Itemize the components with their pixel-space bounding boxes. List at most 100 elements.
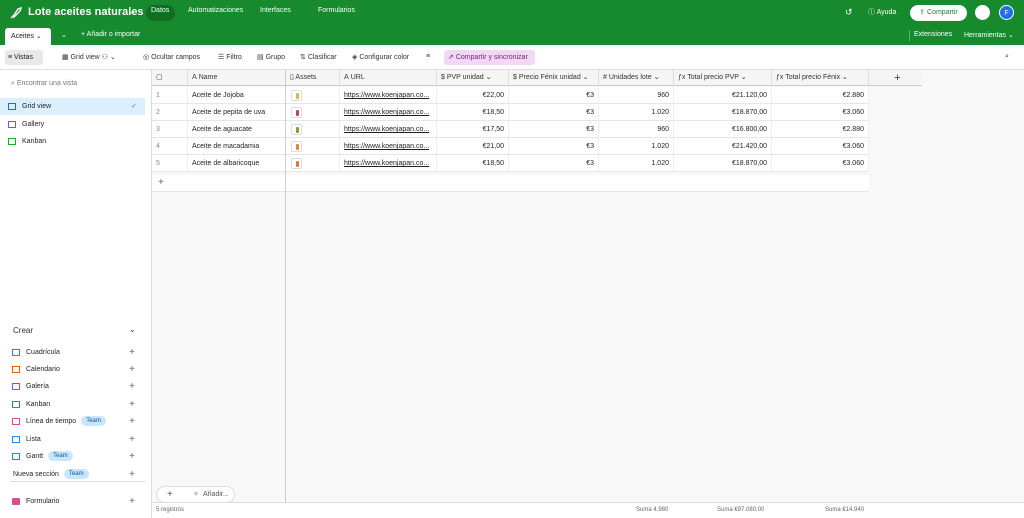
cell-total-pvp[interactable]: €21.120,00 <box>674 87 772 104</box>
create-gantt[interactable]: Gantt Team + <box>0 448 145 465</box>
create-form[interactable]: Formulario + <box>0 493 145 510</box>
grid-view-menu[interactable]: ▦ Grid view ⚇ ⌄ <box>62 53 116 61</box>
avatar[interactable]: F <box>999 5 1014 20</box>
add-row-button[interactable]: + <box>152 175 869 192</box>
add-field-button[interactable]: + <box>869 70 922 86</box>
extensions-button[interactable]: Extensiones <box>914 31 952 38</box>
plus-icon[interactable]: + <box>167 487 173 502</box>
select-all-checkbox[interactable]: ▢ <box>152 70 188 86</box>
cell-pvp[interactable]: €21,00 <box>437 138 509 155</box>
sum-total-fenix[interactable]: Suma €14.940 <box>825 507 864 513</box>
base-title[interactable]: Lote aceites naturales <box>28 6 144 18</box>
cell-total-fenix[interactable]: €3.060 <box>772 138 869 155</box>
asset-thumbnail[interactable] <box>291 158 302 169</box>
plus-icon[interactable]: + <box>129 378 135 395</box>
share-sync-button[interactable]: ⇗ Compartir y sincronizar <box>444 50 535 65</box>
cell-units[interactable]: 960 <box>599 87 674 104</box>
history-icon[interactable]: ↺ <box>845 7 853 18</box>
sort-button[interactable]: ⇅ Clasificar <box>300 53 337 61</box>
cell-assets[interactable] <box>286 155 340 172</box>
create-list[interactable]: Lista + <box>0 431 145 448</box>
chevron-down-icon[interactable]: ⌄ <box>129 325 136 334</box>
cell-pvp[interactable]: €18,50 <box>437 155 509 172</box>
table-row[interactable]: 3 Aceite de aguacate https://www.koenjapan… <box>152 121 869 138</box>
cell-pvp[interactable]: €18,50 <box>437 104 509 121</box>
table-row[interactable]: 5 Aceite de albaricoque https://www.koenja… <box>152 155 869 172</box>
nav-datos[interactable]: Datos <box>151 7 169 14</box>
cell-url[interactable]: https://www.koenjapan.co... <box>340 104 437 121</box>
sidebar-item-grid-view[interactable]: Grid view ✓ <box>0 98 145 115</box>
asset-thumbnail[interactable] <box>291 107 302 118</box>
cell-fenix[interactable]: €3 <box>509 104 599 121</box>
nav-automatizaciones[interactable]: Automatizaciones <box>188 7 243 14</box>
plus-icon[interactable]: + <box>129 413 135 430</box>
column-header-assets[interactable]: ▯ Assets <box>286 70 340 86</box>
sum-units[interactable]: Suma 4.980 <box>636 507 668 513</box>
create-calendar[interactable]: Calendario + <box>0 361 145 378</box>
search-icon[interactable]: ⌕ <box>1005 53 1009 61</box>
cell-total-fenix[interactable]: €3.060 <box>772 104 869 121</box>
cell-assets[interactable] <box>286 138 340 155</box>
cell-total-pvp[interactable]: €18.870,00 <box>674 104 772 121</box>
column-header-url[interactable]: 𝖠 URL <box>340 70 437 86</box>
cell-total-pvp[interactable]: €16.800,00 <box>674 121 772 138</box>
add-menu-pill[interactable]: + ✧ Añadir... <box>156 486 235 503</box>
cell-units[interactable]: 1.020 <box>599 138 674 155</box>
create-kanban[interactable]: Kanban + <box>0 396 145 413</box>
create-timeline[interactable]: Línea de tiempo Team + <box>0 413 145 430</box>
cell-pvp[interactable]: €22,00 <box>437 87 509 104</box>
create-grid[interactable]: Cuadrícula + <box>0 344 145 361</box>
help-button[interactable]: ⓘ Ayuda <box>868 7 896 17</box>
bell-icon[interactable] <box>975 5 990 20</box>
cell-total-fenix[interactable]: €2.880 <box>772 121 869 138</box>
sidebar-item-kanban[interactable]: Kanban <box>0 133 145 150</box>
asset-thumbnail[interactable] <box>291 90 302 101</box>
sum-total-pvp[interactable]: Suma €97.080,00 <box>717 507 764 513</box>
hide-fields-button[interactable]: ◎ Ocultar campos <box>143 53 200 61</box>
cell-total-fenix[interactable]: €3.060 <box>772 155 869 172</box>
cell-fenix[interactable]: €3 <box>509 155 599 172</box>
filter-button[interactable]: ☰ Filtro <box>218 53 242 61</box>
tools-button[interactable]: Herramientas ⌄ <box>964 31 1014 39</box>
cell-fenix[interactable]: €3 <box>509 138 599 155</box>
cell-fenix[interactable]: €3 <box>509 87 599 104</box>
cell-name[interactable]: Aceite de pepita de uva <box>188 104 286 121</box>
cell-assets[interactable] <box>286 104 340 121</box>
cell-fenix[interactable]: €3 <box>509 121 599 138</box>
share-button[interactable]: ⇪ Compartir <box>910 5 967 21</box>
chevron-down-icon[interactable]: ⌄ <box>129 7 136 16</box>
magic-icon[interactable]: ✧ <box>193 487 199 502</box>
table-row[interactable]: 4 Aceite de macadamia https://www.koenjapa… <box>152 138 869 155</box>
cell-total-pvp[interactable]: €18.870,00 <box>674 155 772 172</box>
plus-icon[interactable]: + <box>129 396 135 413</box>
cell-name[interactable]: Aceite de albaricoque <box>188 155 286 172</box>
cell-assets[interactable] <box>286 121 340 138</box>
create-gallery[interactable]: Galería + <box>0 378 145 395</box>
tabs-more-chevron-icon[interactable]: ⌄ <box>61 31 67 39</box>
cell-url[interactable]: https://www.koenjapan.co... <box>340 155 437 172</box>
plus-icon[interactable]: + <box>129 493 135 510</box>
asset-thumbnail[interactable] <box>291 141 302 152</box>
views-toggle-button[interactable]: ≡ Vistas <box>5 50 43 65</box>
cell-url[interactable]: https://www.koenjapan.co... <box>340 121 437 138</box>
column-header-total-fenix[interactable]: ƒx Total precio Fénix ⌄ <box>772 70 869 86</box>
row-height-icon[interactable]: ≡ <box>426 53 430 60</box>
column-header-pvp[interactable]: $ PVP unidad ⌄ <box>437 70 509 86</box>
cell-total-pvp[interactable]: €21.420,00 <box>674 138 772 155</box>
find-view-input[interactable]: ⌕ Encontrar una vista <box>11 80 77 88</box>
table-row[interactable]: 1 Aceite de Jojoba https://www.koenjapan.c… <box>152 87 869 104</box>
cell-name[interactable]: Aceite de macadamia <box>188 138 286 155</box>
cell-name[interactable]: Aceite de Jojoba <box>188 87 286 104</box>
rocket-icon[interactable] <box>9 6 23 20</box>
column-header-units[interactable]: # Unidades lote ⌄ <box>599 70 674 86</box>
tab-aceites[interactable]: Aceites ⌄ <box>5 28 51 45</box>
color-button[interactable]: ◈ Configurar color <box>352 53 409 61</box>
sidebar-item-gallery[interactable]: Gallery <box>0 116 145 133</box>
plus-icon[interactable]: + <box>129 344 135 361</box>
plus-icon[interactable]: + <box>129 431 135 448</box>
table-row[interactable]: 2 Aceite de pepita de uva https://www.koen… <box>152 104 869 121</box>
column-header-name[interactable]: 𝖠 Name <box>188 70 286 86</box>
cell-name[interactable]: Aceite de aguacate <box>188 121 286 138</box>
cell-units[interactable]: 1.020 <box>599 104 674 121</box>
asset-thumbnail[interactable] <box>291 124 302 135</box>
